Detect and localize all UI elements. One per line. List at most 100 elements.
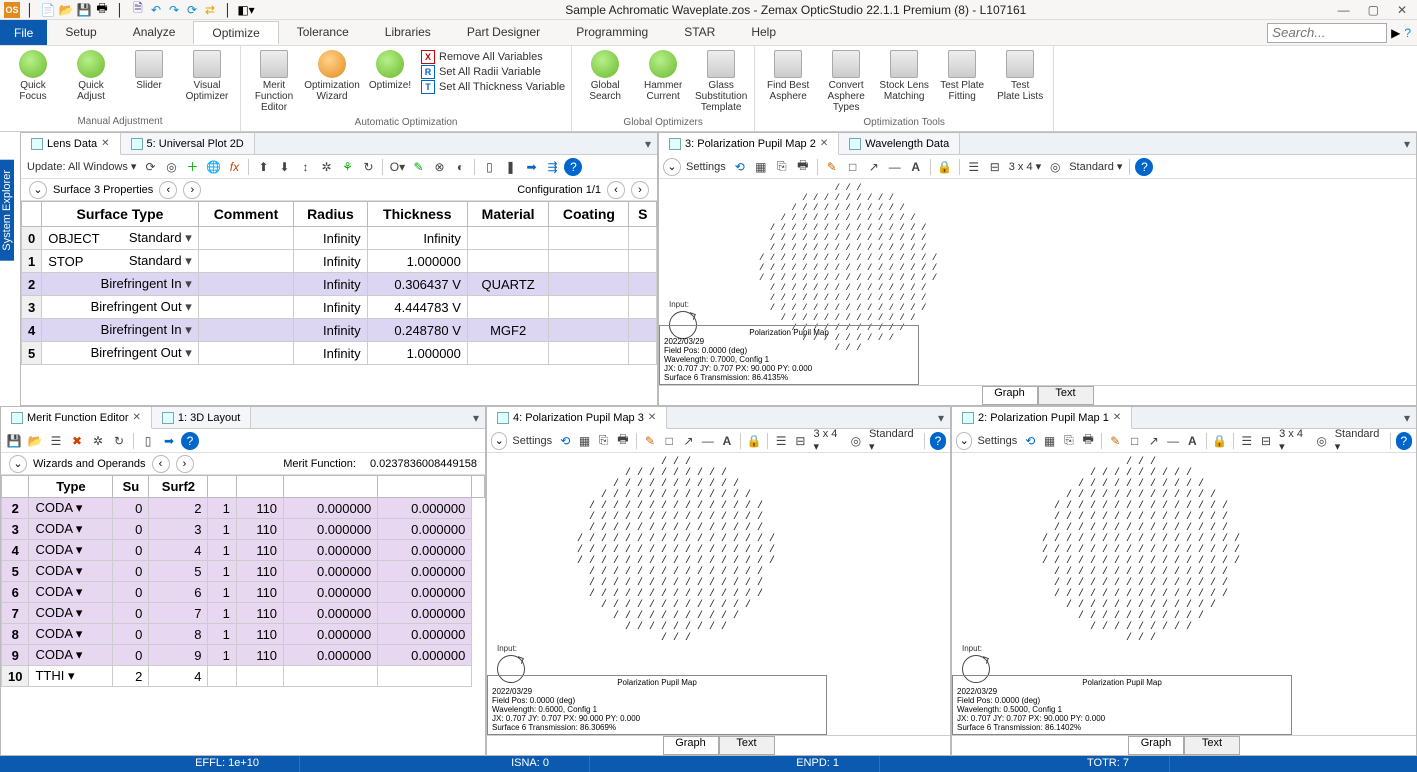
globe-icon[interactable]: 🌐	[204, 158, 222, 176]
copy-icon[interactable]: ⎘	[596, 432, 612, 450]
sync-icon[interactable]: ⟲	[731, 158, 749, 176]
save-icon[interactable]: 💾	[76, 2, 92, 18]
panel-tab[interactable]: Wavelength Data	[839, 133, 960, 154]
add-icon[interactable]: ＋	[183, 158, 201, 176]
lock-icon[interactable]: 🔒	[1211, 432, 1227, 450]
cfg-prev-icon[interactable]: ‹	[607, 181, 625, 199]
new-icon[interactable]: 📄	[40, 2, 56, 18]
menu-help[interactable]: Help	[733, 21, 794, 44]
search-go-icon[interactable]: ▶	[1391, 26, 1400, 40]
tool-icon[interactable]: ☰	[773, 432, 789, 450]
panel-tab[interactable]: 1: 3D Layout	[152, 407, 251, 428]
next-icon[interactable]: ›	[183, 181, 201, 199]
table-row[interactable]: 7CODA ▾07 11100.0000000.000000	[2, 603, 485, 624]
panel-menu-icon[interactable]: ▾	[1398, 133, 1416, 154]
tile-icon[interactable]: ▦	[752, 158, 770, 176]
arrow-icon[interactable]: ↗	[865, 158, 883, 176]
table-row[interactable]: 3 Birefringent Out ▾ Infinity4.444783 V	[22, 296, 657, 319]
tool-icon[interactable]: ➡	[522, 158, 540, 176]
close-icon[interactable]: ✕	[1113, 412, 1121, 423]
optimize[interactable]: Optimize!	[363, 48, 417, 93]
tool-icon[interactable]: ⬇	[275, 158, 293, 176]
mode-dropdown[interactable]: Standard ▾	[1067, 160, 1124, 173]
help-icon[interactable]: ?	[930, 432, 946, 450]
graph-tab[interactable]: Graph	[1128, 736, 1184, 755]
table-row[interactable]: 5CODA ▾05 11100.0000000.000000	[2, 561, 485, 582]
quick-adjust[interactable]: QuickAdjust	[64, 48, 118, 104]
tool-icon[interactable]: ☰	[1239, 432, 1255, 450]
tool-icon[interactable]: ↻	[110, 432, 128, 450]
zoom-dropdown[interactable]: 3 x 4 ▾	[812, 429, 845, 453]
expand-icon[interactable]: ⌄	[663, 158, 681, 176]
line-icon[interactable]: —	[1165, 432, 1181, 450]
text-tab[interactable]: Text	[1184, 736, 1240, 755]
text-tab[interactable]: Text	[719, 736, 775, 755]
help-icon[interactable]: ?	[181, 432, 199, 450]
copy-icon[interactable]: ⎘	[1061, 432, 1077, 450]
close-icon[interactable]: ✕	[132, 412, 140, 423]
lock-icon[interactable]: 🔒	[936, 158, 954, 176]
find-best-asphere[interactable]: Find BestAsphere	[761, 48, 815, 104]
fx-icon[interactable]: fx	[225, 158, 243, 176]
menu-programming[interactable]: Programming	[558, 21, 666, 44]
swap-icon[interactable]: ⇄	[202, 2, 218, 18]
cfg-next-icon[interactable]: ›	[631, 181, 649, 199]
ribbon-sub[interactable]: RSet All Radii Variable	[421, 65, 565, 79]
print-icon[interactable]: 🖶	[615, 432, 631, 450]
print-icon[interactable]: 🖶	[94, 2, 110, 18]
expand-icon[interactable]: ⌄	[9, 455, 27, 473]
tool-icon[interactable]: ⊟	[792, 432, 808, 450]
tool-icon[interactable]: ⚘	[338, 158, 356, 176]
tool-icon[interactable]: ✖	[68, 432, 86, 450]
graph-tab[interactable]: Graph	[663, 736, 719, 755]
settings-dropdown[interactable]: Settings	[510, 435, 554, 447]
maximize-button[interactable]: ▢	[1368, 3, 1379, 17]
test-plate-fit[interactable]: Test PlateFitting	[935, 48, 989, 104]
prev-icon[interactable]: ‹	[159, 181, 177, 199]
graph-tab[interactable]: Graph	[982, 386, 1038, 405]
quick-focus[interactable]: QuickFocus	[6, 48, 60, 104]
tool-icon[interactable]: ☰	[965, 158, 983, 176]
arrow-icon[interactable]: ↗	[680, 432, 696, 450]
tool-icon[interactable]: ⊟	[986, 158, 1004, 176]
sync-icon[interactable]: ⟲	[557, 432, 573, 450]
menu-tolerance[interactable]: Tolerance	[279, 21, 367, 44]
arrow-icon[interactable]: ↗	[1146, 432, 1162, 450]
tool-icon[interactable]: O▾	[388, 158, 406, 176]
tool-icon[interactable]: ✎	[409, 158, 427, 176]
help-icon[interactable]: ?	[1135, 158, 1153, 176]
table-row[interactable]: 9CODA ▾09 11100.0000000.000000	[2, 645, 485, 666]
table-row[interactable]: 1 STOPStandard ▾ Infinity1.000000	[22, 250, 657, 273]
stock-lens[interactable]: Stock LensMatching	[877, 48, 931, 104]
panel-menu-icon[interactable]: ▾	[467, 407, 485, 428]
merit-function-table[interactable]: TypeSuSurf2 2CODA ▾02 11100.0000000.0000…	[1, 475, 485, 687]
toggle-icon[interactable]: ◐	[451, 158, 469, 176]
text-icon[interactable]: A	[1184, 432, 1200, 450]
table-row[interactable]: 3CODA ▾03 11100.0000000.000000	[2, 519, 485, 540]
zoom-dropdown[interactable]: 3 x 4 ▾	[1277, 429, 1310, 453]
tool-icon[interactable]: ☰	[47, 432, 65, 450]
window-icon[interactable]: ◧▾	[238, 2, 254, 18]
copy-icon[interactable]: ⎘	[773, 158, 791, 176]
ribbon-sub[interactable]: TSet All Thickness Variable	[421, 80, 565, 94]
refresh-icon[interactable]: ⟳	[184, 2, 200, 18]
tool-icon[interactable]: ✲	[89, 432, 107, 450]
tool-icon[interactable]: ▯	[139, 432, 157, 450]
convert-asphere[interactable]: ConvertAsphere Types	[819, 48, 873, 115]
close-icon[interactable]: ✕	[101, 138, 109, 149]
tool-icon[interactable]: ➡	[160, 432, 178, 450]
panel-tab[interactable]: Lens Data✕	[21, 133, 121, 155]
menu-setup[interactable]: Setup	[47, 21, 114, 44]
refresh-icon[interactable]: ⟳	[141, 158, 159, 176]
prev-icon[interactable]: ‹	[152, 455, 170, 473]
open-icon[interactable]: 📂	[58, 2, 74, 18]
table-row[interactable]: 2CODA ▾02 11100.0000000.000000	[2, 498, 485, 519]
zoom-dropdown[interactable]: 3 x 4 ▾	[1007, 160, 1043, 173]
lens-data-table[interactable]: Surface TypeCommentRadiusThicknessMateri…	[21, 201, 657, 365]
panel-menu-icon[interactable]: ▾	[1398, 407, 1416, 428]
table-row[interactable]: 2 Birefringent In ▾ Infinity0.306437 VQU…	[22, 273, 657, 296]
target-icon[interactable]: ◎	[848, 432, 864, 450]
open-icon[interactable]: 📂	[26, 432, 44, 450]
menu-optimize[interactable]: Optimize	[193, 21, 278, 44]
next-icon[interactable]: ›	[176, 455, 194, 473]
